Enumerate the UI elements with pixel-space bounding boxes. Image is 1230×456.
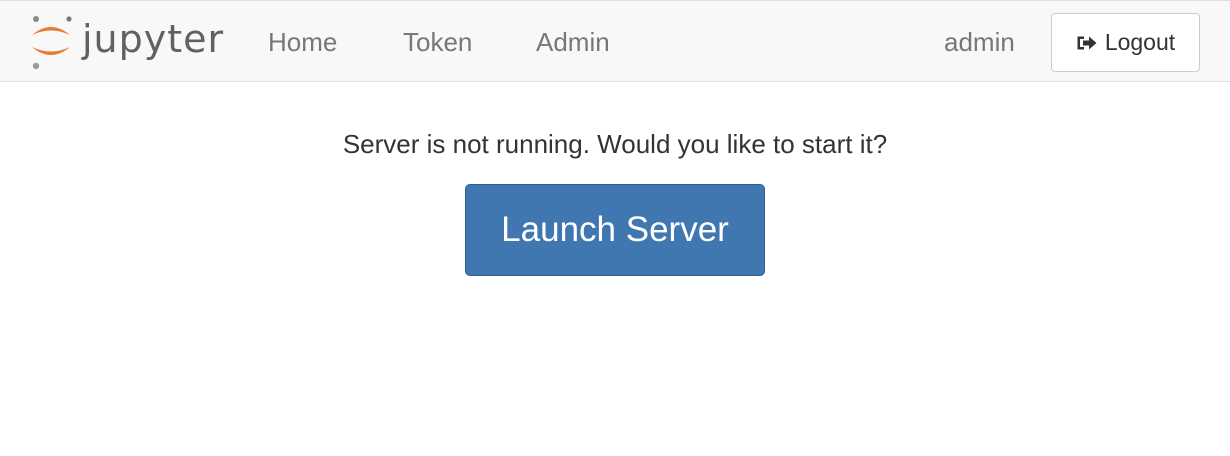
navbar: jupyter Home Token Admin admin Logout	[0, 0, 1230, 82]
launch-server-button[interactable]: Launch Server	[465, 184, 765, 276]
nav-link-home[interactable]: Home	[268, 27, 337, 57]
brand[interactable]: jupyter	[28, 13, 224, 71]
brand-text: jupyter	[82, 17, 225, 61]
server-status-message: Server is not running. Would you like to…	[342, 129, 888, 159]
nav-link-token[interactable]: Token	[403, 27, 472, 57]
logout-button[interactable]: Logout	[1051, 13, 1200, 72]
logout-label: Logout	[1104, 29, 1176, 55]
nav-link-admin[interactable]: Admin	[536, 27, 610, 57]
sign-out-icon	[1077, 36, 1097, 49]
jupyter-logo-icon	[32, 16, 72, 70]
username-label: admin	[944, 27, 1015, 57]
